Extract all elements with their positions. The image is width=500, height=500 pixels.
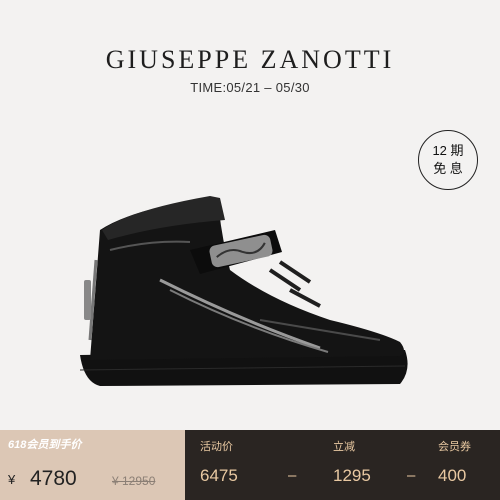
promo-time: TIME:05/21 – 05/30: [190, 80, 310, 95]
price-breakdown-panel: 活动价 6475 – 立减 1295 – 会员券 400: [185, 430, 500, 500]
price-bar: 618会员到手价 ¥ 4780 ¥ 12950 活动价 6475 – 立减 12…: [0, 430, 500, 500]
currency-symbol: ¥: [8, 472, 16, 487]
instant-discount-label: 立减: [333, 441, 355, 453]
member-coupon-label: 会员券: [438, 441, 471, 453]
member-coupon-value: 400: [438, 466, 467, 485]
member-price-panel: 618会员到手价 ¥ 4780 ¥ 12950: [0, 430, 185, 500]
instant-discount-value: 1295: [333, 466, 371, 485]
sneaker-product-image[interactable]: [60, 170, 440, 410]
original-price: ¥ 12950: [112, 474, 156, 488]
activity-price-label: 活动价: [200, 441, 233, 453]
activity-price-value: 6475: [200, 466, 238, 485]
minus-sign-2: –: [407, 467, 416, 484]
brand-logo: GIUSEPPE ZANOTTI: [105, 45, 395, 74]
member-price-label: 618会员到手价: [8, 439, 82, 451]
minus-sign: –: [288, 467, 297, 484]
badge-line-1: 12 期: [432, 143, 464, 158]
final-price: 4780: [30, 467, 77, 490]
